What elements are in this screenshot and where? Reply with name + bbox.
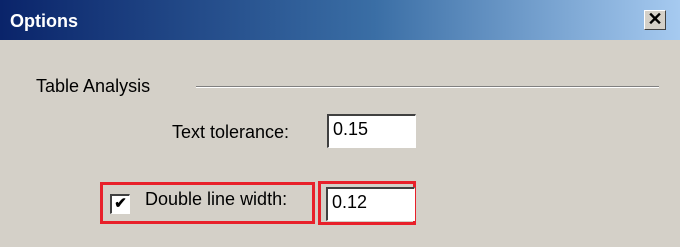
dialog-title: Options <box>10 11 78 31</box>
group-label-table-analysis: Table Analysis <box>36 76 151 96</box>
double-line-width-input[interactable]: 0.12 <box>326 187 415 221</box>
close-button[interactable]: ✕ <box>644 10 666 30</box>
close-icon: ✕ <box>647 9 663 29</box>
text-tolerance-label: Text tolerance: <box>172 122 290 142</box>
checkmark-icon: ✔ <box>114 195 127 212</box>
text-tolerance-input[interactable]: 0.15 <box>327 114 416 148</box>
title-bar[interactable]: Options ✕ <box>0 0 680 40</box>
group-divider <box>196 86 659 88</box>
double-line-width-label[interactable]: Double line width: <box>145 189 287 210</box>
double-line-width-checkbox[interactable]: ✔ <box>110 194 130 214</box>
options-dialog: Options ✕ Table Analysis Text tolerance:… <box>0 0 680 247</box>
